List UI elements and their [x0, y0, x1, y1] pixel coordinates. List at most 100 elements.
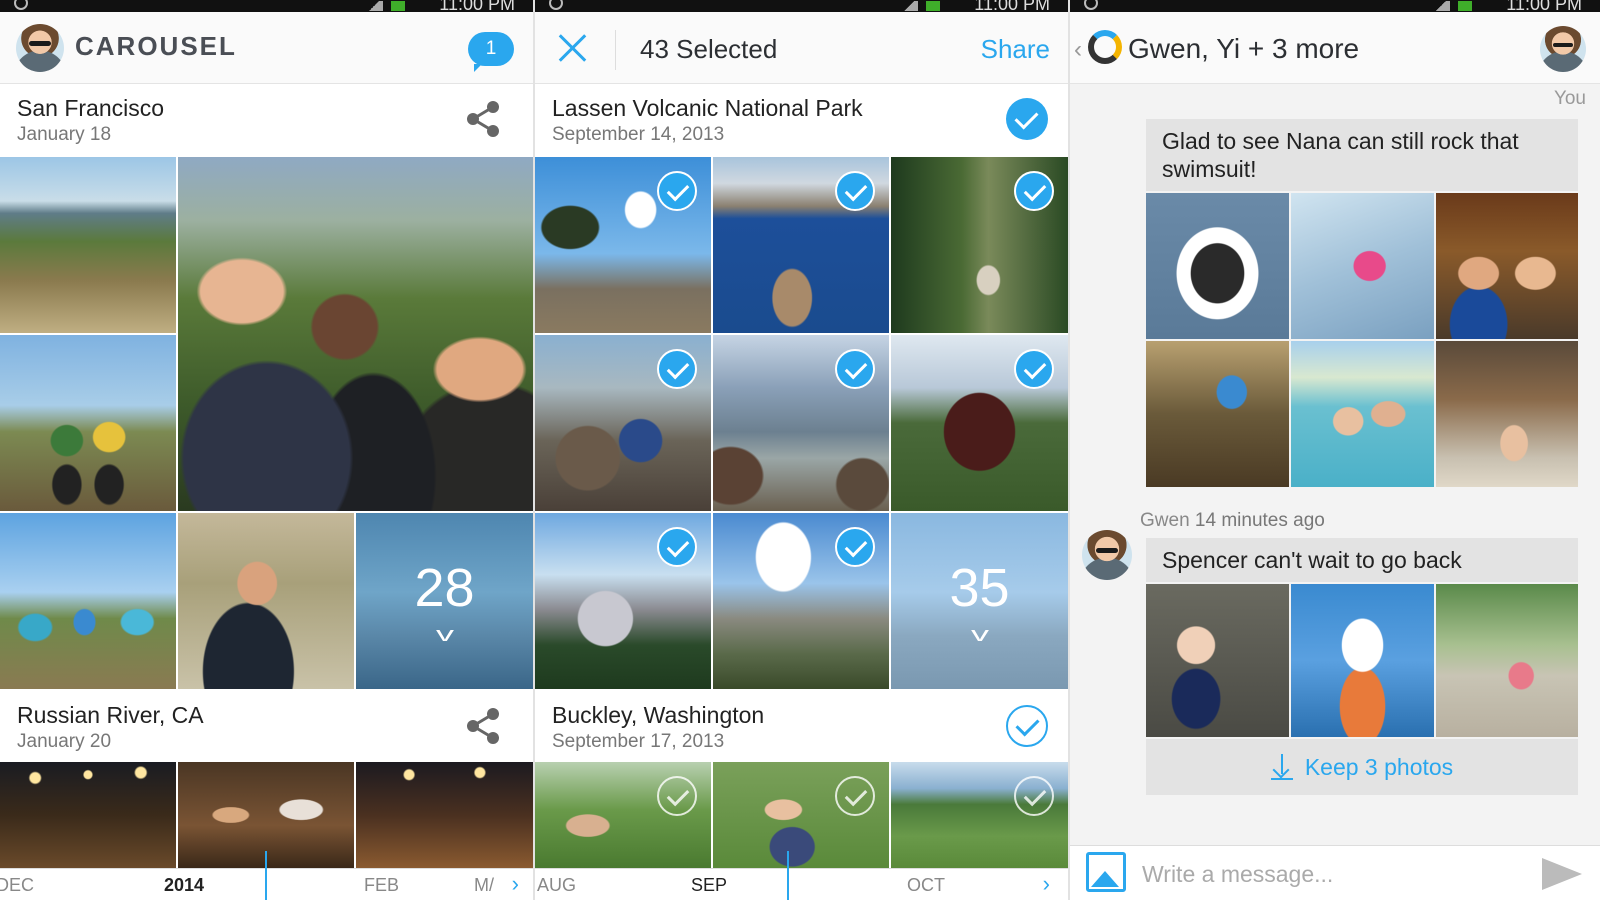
- selected-check-icon[interactable]: [1014, 349, 1054, 389]
- photo-family-dinner[interactable]: [1146, 341, 1289, 487]
- signal-icon: [900, 1, 918, 11]
- timeline-scrubber[interactable]: DEC 2014 FEB M/ ›: [0, 851, 533, 900]
- photo-size-check-sign[interactable]: [1436, 341, 1578, 487]
- gwen-avatar[interactable]: [1082, 530, 1132, 580]
- photo-group-poses[interactable]: [0, 513, 176, 689]
- photo-toddler-grass[interactable]: [713, 762, 889, 868]
- photo-man-profile[interactable]: [178, 513, 354, 689]
- unselected-check-icon[interactable]: [657, 776, 697, 816]
- more-photos-tile[interactable]: 35 v: [891, 513, 1068, 689]
- photo-coastal-trail[interactable]: [0, 157, 176, 333]
- photo-mountain-clouds[interactable]: [713, 513, 889, 689]
- select-section-checkbox[interactable]: [1006, 98, 1048, 140]
- attach-photo-icon[interactable]: [1086, 852, 1126, 892]
- photo-two-hikers[interactable]: [0, 335, 176, 511]
- message-composer: [1070, 845, 1600, 900]
- section-header-lassen: Lassen Volcanic National Park September …: [535, 85, 1068, 155]
- battery-icon: [926, 1, 940, 11]
- timeline-label[interactable]: AUG: [537, 875, 576, 896]
- sender-label-you: You: [1553, 88, 1586, 109]
- message-bubble-incoming: Spencer can't wait to go back: [1146, 538, 1578, 582]
- selected-check-icon[interactable]: [835, 349, 875, 389]
- conversation-title[interactable]: Gwen, Yi + 3 more: [1128, 33, 1359, 65]
- photo-pine-sky[interactable]: [535, 157, 711, 333]
- participant-avatar[interactable]: [1540, 26, 1586, 72]
- timeline-label-active[interactable]: SEP: [691, 875, 727, 896]
- section-date: January 20: [17, 731, 112, 752]
- timeline-label[interactable]: FEB: [364, 875, 399, 896]
- photo-snow-peak[interactable]: [535, 513, 711, 689]
- chevron-right-icon[interactable]: ›: [512, 871, 519, 897]
- more-photos-count: 28: [414, 558, 475, 618]
- photo-child-aquarium[interactable]: [1291, 193, 1434, 339]
- selected-check-icon[interactable]: [835, 171, 875, 211]
- timeline-position-marker[interactable]: [787, 851, 789, 900]
- photo-valley-view[interactable]: [713, 335, 889, 511]
- signal-icon: [365, 1, 383, 11]
- selected-check-icon[interactable]: [835, 527, 875, 567]
- carousel-logo-icon[interactable]: [1088, 30, 1122, 64]
- share-button[interactable]: Share: [981, 34, 1050, 65]
- send-icon[interactable]: [1542, 858, 1582, 890]
- section-date: September 17, 2013: [552, 731, 725, 752]
- photo-picnic-field[interactable]: [535, 762, 711, 868]
- message-time: 14 minutes ago: [1194, 510, 1325, 531]
- photo-hiker-rocks[interactable]: [535, 335, 711, 511]
- chat-notification-button[interactable]: 1: [468, 32, 514, 72]
- section-title: Buckley, Washington: [552, 702, 765, 728]
- share-icon[interactable]: [463, 99, 503, 139]
- photo-crater-lake[interactable]: [713, 157, 889, 333]
- selected-check-icon[interactable]: [657, 527, 697, 567]
- keep-photos-label: Keep 3 photos: [1304, 753, 1454, 780]
- photo-shark-mouth[interactable]: [1146, 193, 1289, 339]
- timeline-label[interactable]: DEC: [0, 875, 34, 896]
- keep-photos-button[interactable]: Keep 3 photos: [1146, 739, 1578, 795]
- profile-avatar[interactable]: [16, 24, 64, 72]
- photo-lassen-sign[interactable]: [891, 335, 1068, 511]
- message-input[interactable]: [1142, 854, 1522, 894]
- unselected-check-icon[interactable]: [835, 776, 875, 816]
- close-icon[interactable]: [555, 30, 589, 64]
- battery-icon: [391, 1, 405, 11]
- timeline-scrubber[interactable]: AUG SEP OCT ›: [535, 851, 1068, 900]
- photo-dinner-tables[interactable]: [356, 762, 533, 868]
- select-section-checkbox[interactable]: [1006, 705, 1048, 747]
- photo-girl-walking[interactable]: [1436, 584, 1578, 737]
- timeline-label[interactable]: M/: [474, 875, 494, 896]
- share-icon[interactable]: [463, 706, 503, 746]
- message-text: Glad to see Nana can still rock that swi…: [1162, 128, 1519, 182]
- selected-check-icon[interactable]: [657, 349, 697, 389]
- timeline-label[interactable]: OCT: [907, 875, 945, 896]
- photo-friends-sunglasses[interactable]: [178, 157, 533, 511]
- photo-forest-trail[interactable]: [891, 157, 1068, 333]
- photo-couple-hut[interactable]: [1436, 193, 1578, 339]
- photo-pool-swim[interactable]: [1291, 341, 1434, 487]
- app-title: CAROUSEL: [75, 31, 237, 61]
- conversation-app-bar: ‹ Gwen, Yi + 3 more: [1070, 12, 1600, 84]
- status-bar: 11:00 PM: [535, 0, 1068, 14]
- selection-app-bar: 43 Selected Share: [535, 12, 1068, 84]
- toolbar-separator: [615, 30, 616, 70]
- more-photos-tile[interactable]: 28 v: [356, 513, 533, 689]
- notification-dot-icon: [1084, 0, 1098, 10]
- chevron-down-icon: v: [435, 624, 454, 646]
- more-photos-count: 35: [949, 558, 1010, 618]
- message-bubble-outgoing: Glad to see Nana can still rock that swi…: [1146, 119, 1578, 191]
- unselected-check-icon[interactable]: [1014, 776, 1054, 816]
- photo-open-field[interactable]: [891, 762, 1068, 868]
- section-date: January 18: [17, 124, 112, 145]
- timeline-label-active[interactable]: 2014: [164, 875, 204, 896]
- chevron-down-icon: v: [970, 624, 989, 646]
- notification-dot-icon: [549, 0, 563, 10]
- photo-evening-party[interactable]: [0, 762, 176, 868]
- photo-baby-sunhat[interactable]: [1291, 584, 1434, 737]
- selected-check-icon[interactable]: [1014, 171, 1054, 211]
- timeline-position-marker[interactable]: [265, 851, 267, 900]
- selected-check-icon[interactable]: [657, 171, 697, 211]
- back-chevron-icon[interactable]: ‹: [1074, 36, 1082, 64]
- conversation-panel: 11:00 PM ‹ Gwen, Yi + 3 more You Glad to…: [1070, 0, 1600, 900]
- section-header-russian-river: Russian River, CA January 20: [0, 692, 533, 762]
- selection-panel: 11:00 PM 43 Selected Share Lassen Volcan…: [535, 0, 1068, 900]
- chevron-right-icon[interactable]: ›: [1043, 871, 1050, 897]
- photo-baby-striped[interactable]: [1146, 584, 1289, 737]
